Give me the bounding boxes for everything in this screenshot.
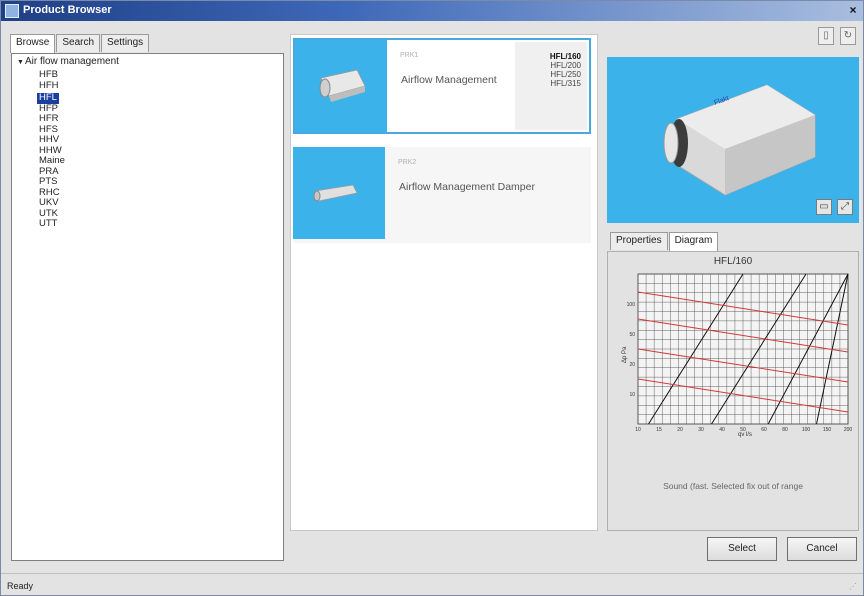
window-icon[interactable]: ▭ <box>816 199 832 215</box>
duct-silencer-icon <box>319 69 366 102</box>
tree-item-selected[interactable]: HFL <box>37 92 59 104</box>
tab-search[interactable]: Search <box>56 34 101 52</box>
x-tick-label: 100 <box>802 427 811 433</box>
x-tick-label: 20 <box>677 427 683 433</box>
tree-item[interactable]: HFH <box>37 80 67 92</box>
refresh-icon[interactable]: ↻ <box>840 27 856 45</box>
status-bar: Ready ⋰ <box>1 573 863 595</box>
product-thumbnail <box>293 147 385 239</box>
diagram-x-label: qv l/s <box>738 432 752 438</box>
tree-item[interactable]: UTT <box>37 218 67 230</box>
cancel-button[interactable]: Cancel <box>787 537 857 561</box>
size-option[interactable]: HFL/250 <box>515 70 581 79</box>
product-tree[interactable]: ▼Air flow management HFB HFH HFL HFP HFR… <box>11 53 284 561</box>
select-button[interactable]: Select <box>707 537 777 561</box>
size-option[interactable]: HFL/200 <box>515 61 581 70</box>
y-tick-label: 100 <box>627 302 636 308</box>
tab-browse[interactable]: Browse <box>10 34 56 53</box>
x-tick-label: 40 <box>719 427 725 433</box>
y-tick-label: 10 <box>629 392 635 398</box>
window-title: Product Browser <box>23 4 112 16</box>
app-icon <box>5 4 19 18</box>
right-tab-strip: Properties Diagram <box>610 232 719 251</box>
x-tick-label: 10 <box>635 427 641 433</box>
x-tick-label: 200 <box>844 427 853 433</box>
details-panel: ▯ ↻ Flakt ▭ ⤢ Properties Diagram HFL/160 <box>604 27 862 531</box>
tree-item[interactable]: HFR <box>37 113 67 125</box>
left-tab-strip: Browse Search Settings <box>10 34 150 53</box>
x-tick-label: 30 <box>698 427 704 433</box>
product-code-label: PRK1 <box>400 52 419 59</box>
print-icon[interactable]: ▯ <box>818 27 834 45</box>
tree-item[interactable]: UKV <box>37 197 67 209</box>
tree-root-label: Air flow management <box>25 56 119 67</box>
tab-properties[interactable]: Properties <box>610 232 668 250</box>
resize-grip-icon[interactable]: ⋰ <box>849 582 859 592</box>
title-bar[interactable]: Product Browser × <box>1 1 863 21</box>
damper-icon <box>313 184 358 202</box>
x-tick-label: 80 <box>782 427 788 433</box>
tree-root[interactable]: ▼Air flow management <box>17 56 119 67</box>
product-name: Airflow Management Damper <box>399 181 535 193</box>
tree-item[interactable]: HFB <box>37 69 67 81</box>
size-option-selected[interactable]: HFL/160 <box>515 52 581 61</box>
tree-item[interactable]: Maine <box>37 155 67 167</box>
product-browser-window: Product Browser × Browse Search Settings… <box>0 0 864 596</box>
x-tick-label: 15 <box>656 427 662 433</box>
diagram-note: Sound (fast. Selected fix out of range <box>663 481 803 491</box>
product-card[interactable]: PRK2 Airflow Management Damper <box>293 147 591 243</box>
tree-items: HFB HFH HFL HFP HFR HFS HHV HHW Maine PR… <box>37 69 67 230</box>
pressure-flow-diagram: 10050201010 15 20 30 40 50 60 80 100 150 200 Δp Pa… <box>622 273 853 438</box>
x-tick-label: 60 <box>761 427 767 433</box>
diagram-grid: 10050201010 15 20 30 40 50 60 80 100 150 200 <box>627 273 853 433</box>
product-thumbnail <box>295 40 387 132</box>
diagram-y-label: Δp Pa <box>622 346 628 363</box>
preview-controls: ▭ ⤢ <box>816 199 853 215</box>
diagram-title: HFL/160 <box>713 256 753 267</box>
size-option[interactable]: HFL/315 <box>515 79 581 88</box>
tree-item[interactable]: HHV <box>37 134 67 146</box>
close-icon[interactable]: × <box>846 3 860 17</box>
panel-toolbar: ▯ ↻ <box>818 27 856 45</box>
fullscreen-icon[interactable]: ⤢ <box>837 199 853 215</box>
x-tick-label: 150 <box>823 427 832 433</box>
product-code-label: PRK2 <box>398 159 417 166</box>
product-card-selected[interactable]: PRK1 Airflow Management HFL/160 HFL/200 … <box>293 38 591 134</box>
product-preview: Flakt ▭ ⤢ <box>607 57 859 223</box>
product-name: Airflow Management <box>401 74 497 86</box>
tab-diagram[interactable]: Diagram <box>668 232 719 251</box>
tab-settings[interactable]: Settings <box>101 34 150 52</box>
status-text: Ready <box>7 581 34 591</box>
tree-item[interactable]: PTS <box>37 176 67 188</box>
product-list: PRK1 Airflow Management HFL/160 HFL/200 … <box>290 34 598 531</box>
diagram-panel: HFL/160 100 50 20 10 10 15 20 30 40 50 60 80 100 150 2… <box>607 251 859 531</box>
expand-icon[interactable]: ▼ <box>17 59 25 66</box>
y-tick-label: 20 <box>629 362 635 368</box>
y-tick-label: 50 <box>629 332 635 338</box>
size-list: HFL/160 HFL/200 HFL/250 HFL/315 <box>515 42 587 130</box>
